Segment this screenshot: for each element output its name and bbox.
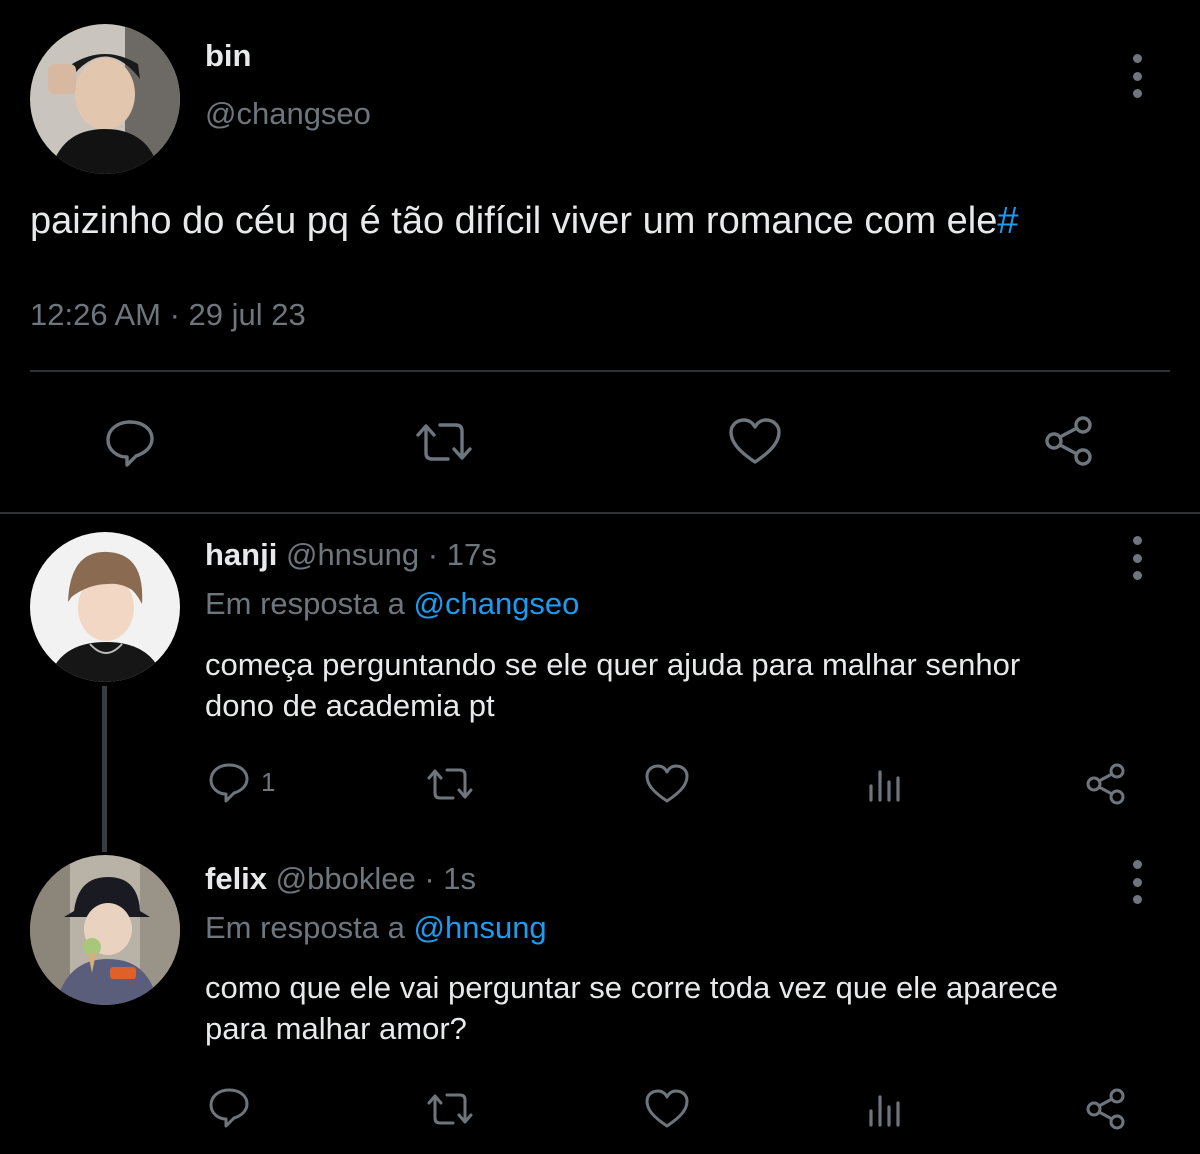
share-button[interactable] bbox=[1083, 761, 1129, 807]
reply-author-name[interactable]: felix bbox=[205, 861, 267, 896]
author-handle[interactable]: @changseo bbox=[205, 96, 371, 132]
share-icon bbox=[1086, 763, 1125, 805]
like-icon bbox=[645, 1089, 689, 1128]
reply-count: 1 bbox=[261, 766, 276, 797]
reply-to-link[interactable]: @hnsung bbox=[414, 910, 547, 945]
reply-prefix: Em resposta a bbox=[205, 586, 405, 621]
reply-time[interactable]: · 17s bbox=[428, 537, 497, 572]
like-button[interactable] bbox=[644, 1088, 690, 1130]
comment-icon bbox=[209, 763, 249, 803]
reply-text: começa perguntando se ele quer ajuda par… bbox=[205, 644, 1020, 726]
reply-text-line: começa perguntando se ele quer ajuda par… bbox=[205, 647, 1021, 682]
retweet-icon bbox=[427, 1093, 473, 1125]
share-icon bbox=[1045, 416, 1092, 466]
tweet-timestamp[interactable]: 12:26 AM · 29 jul 23 bbox=[30, 297, 306, 333]
analytics-icon bbox=[869, 770, 900, 802]
reply-time[interactable]: · 1s bbox=[424, 861, 476, 896]
reply-header: hanji @hnsung · 17s bbox=[205, 537, 497, 573]
comment-icon bbox=[209, 1088, 249, 1128]
reply-text-line: como que ele vai perguntar se corre toda… bbox=[205, 970, 1059, 1005]
thread-line bbox=[102, 686, 107, 852]
comment-button[interactable] bbox=[207, 1085, 261, 1129]
tweet-text-container: paizinho do céu pq é tão difícil viver u… bbox=[30, 200, 1019, 243]
divider bbox=[30, 370, 1170, 372]
retweet-icon bbox=[416, 423, 472, 461]
like-icon bbox=[729, 418, 781, 464]
reply-text-line: para malhar amor? bbox=[205, 1011, 467, 1046]
hashtag-link[interactable]: # bbox=[997, 200, 1018, 242]
reply-context: Em resposta a @changseo bbox=[205, 586, 579, 622]
reply-author-name[interactable]: hanji bbox=[205, 537, 277, 572]
section-divider bbox=[0, 512, 1200, 514]
comment-button[interactable]: 1 bbox=[207, 760, 275, 804]
reply-to-link[interactable]: @changseo bbox=[414, 586, 580, 621]
reply-context: Em resposta a @hnsung bbox=[205, 910, 547, 946]
reply-text-line: dono de academia pt bbox=[205, 688, 495, 723]
reply-text: como que ele vai perguntar se corre toda… bbox=[205, 967, 1058, 1049]
more-options-icon[interactable] bbox=[1122, 54, 1152, 98]
like-button[interactable] bbox=[644, 763, 690, 805]
like-button[interactable] bbox=[727, 416, 783, 468]
retweet-icon bbox=[427, 768, 473, 800]
reply-author-handle[interactable]: @bboklee bbox=[276, 861, 416, 896]
share-button[interactable] bbox=[1041, 413, 1097, 469]
like-icon bbox=[645, 764, 689, 803]
avatar-hanji[interactable] bbox=[30, 532, 180, 682]
retweet-button[interactable] bbox=[424, 1087, 476, 1131]
author-name[interactable]: bin bbox=[205, 38, 252, 74]
retweet-button[interactable] bbox=[412, 415, 476, 469]
share-icon bbox=[1086, 1088, 1125, 1130]
avatar-bin[interactable] bbox=[30, 24, 180, 174]
more-options-icon[interactable] bbox=[1122, 860, 1152, 904]
analytics-button[interactable] bbox=[866, 764, 906, 804]
analytics-icon bbox=[869, 1095, 900, 1127]
share-button[interactable] bbox=[1083, 1086, 1129, 1132]
avatar-felix[interactable] bbox=[30, 855, 180, 1005]
retweet-button[interactable] bbox=[424, 762, 476, 806]
reply-author-handle[interactable]: @hnsung bbox=[286, 537, 419, 572]
more-options-icon[interactable] bbox=[1122, 536, 1152, 580]
tweet-text: paizinho do céu pq é tão difícil viver u… bbox=[30, 200, 998, 242]
comment-icon bbox=[106, 420, 154, 467]
reply-header: felix @bboklee · 1s bbox=[205, 861, 476, 897]
comment-button[interactable] bbox=[103, 415, 157, 469]
analytics-button[interactable] bbox=[866, 1089, 906, 1129]
reply-prefix: Em resposta a bbox=[205, 910, 405, 945]
